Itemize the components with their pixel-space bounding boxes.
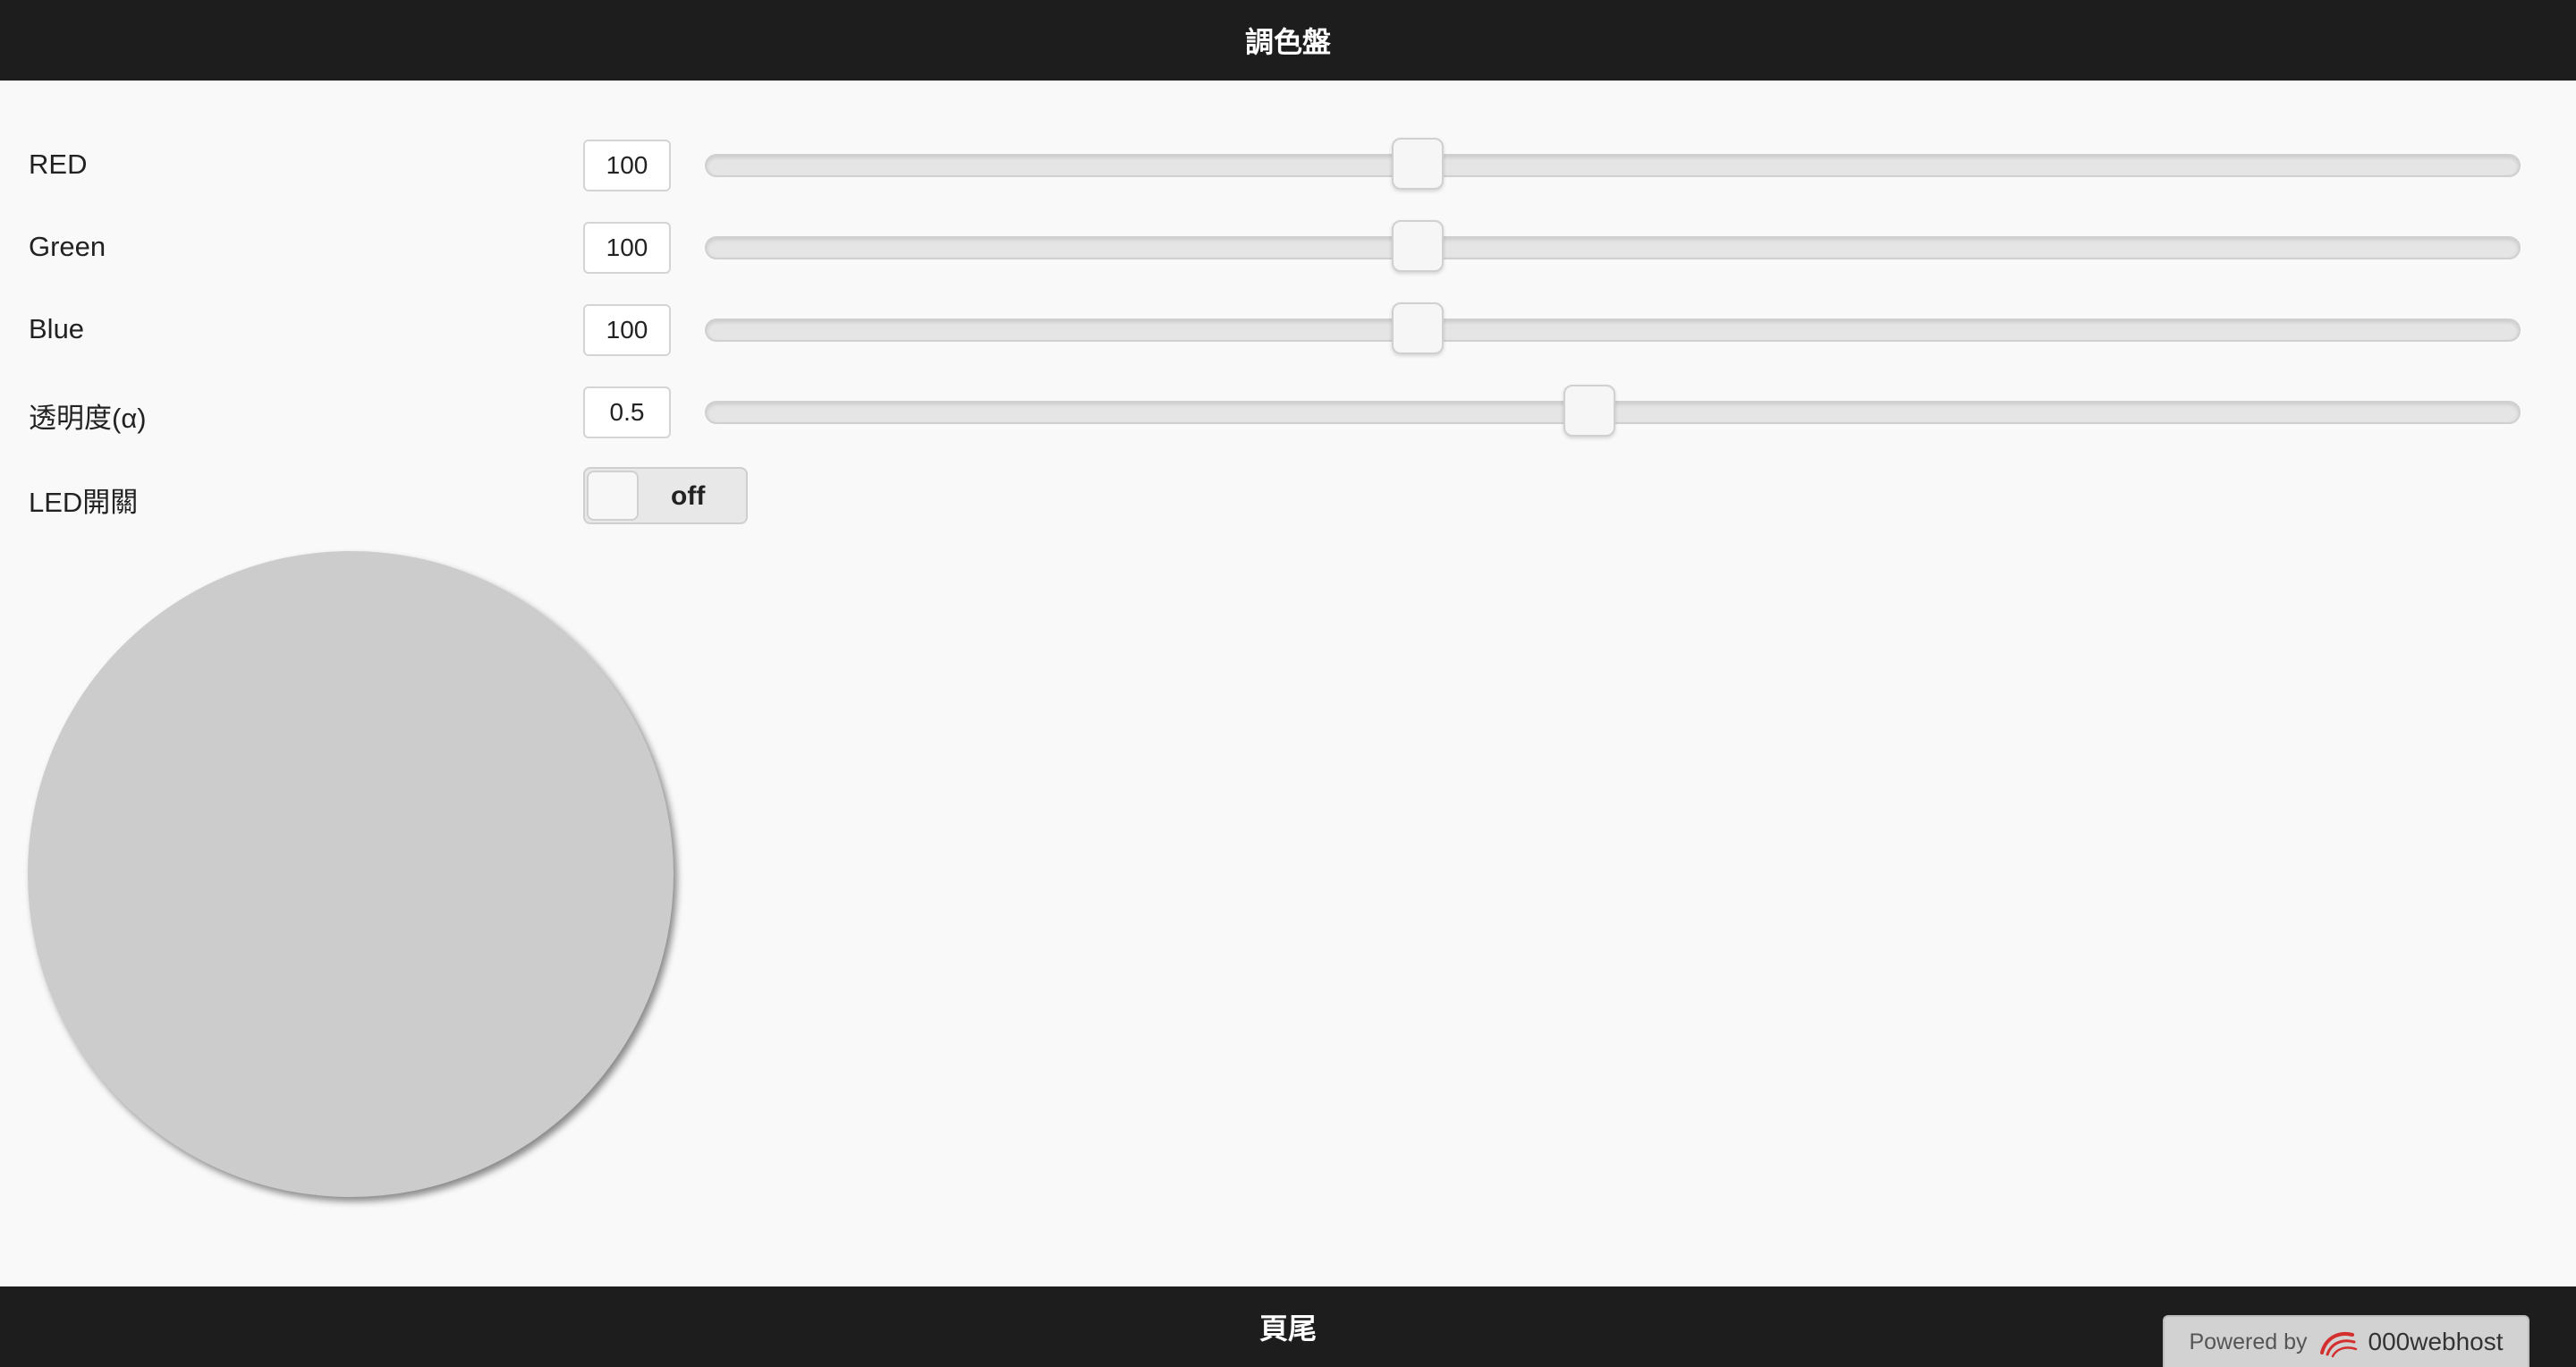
green-label: Green [29,231,106,262]
footer-text: 頁尾 [1258,1312,1317,1345]
page-title: 調色盤 [1244,26,1331,58]
000webhost-logo-icon [2317,1326,2360,1358]
green-value-input[interactable] [583,222,671,274]
blue-slider-thumb[interactable] [1392,302,1444,354]
green-control-row: Green [0,218,2576,277]
led-toggle-knob[interactable] [587,471,639,521]
led-toggle-switch[interactable]: off [583,467,748,524]
blue-label: Blue [29,313,85,344]
powered-by-badge[interactable]: Powered by 000webhost [2163,1315,2529,1367]
red-value-input[interactable] [583,140,671,191]
blue-slider[interactable] [705,302,2521,354]
blue-control-row: Blue [0,301,2576,360]
blue-value-input[interactable] [583,304,671,356]
led-toggle-state: off [671,481,706,511]
000webhost-brand-text: 000webhost [2368,1328,2504,1355]
alpha-label: 透明度(α) [29,403,147,434]
led-preview-circle [28,551,674,1197]
alpha-control-row: 透明度(α) [0,383,2576,442]
header-bar: 調色盤 [0,0,2576,81]
red-slider[interactable] [705,138,2521,190]
red-control-row: RED [0,136,2576,195]
red-slider-thumb[interactable] [1392,138,1444,190]
green-slider[interactable] [705,220,2521,272]
alpha-slider-thumb[interactable] [1563,385,1615,437]
green-slider-thumb[interactable] [1392,220,1444,272]
red-label: RED [29,149,88,180]
led-switch-label: LED開關 [29,487,139,518]
powered-by-text: Powered by [2189,1329,2308,1354]
alpha-slider[interactable] [705,385,2521,437]
alpha-value-input[interactable] [583,386,671,438]
led-switch-row: LED開關 off [0,467,2576,526]
